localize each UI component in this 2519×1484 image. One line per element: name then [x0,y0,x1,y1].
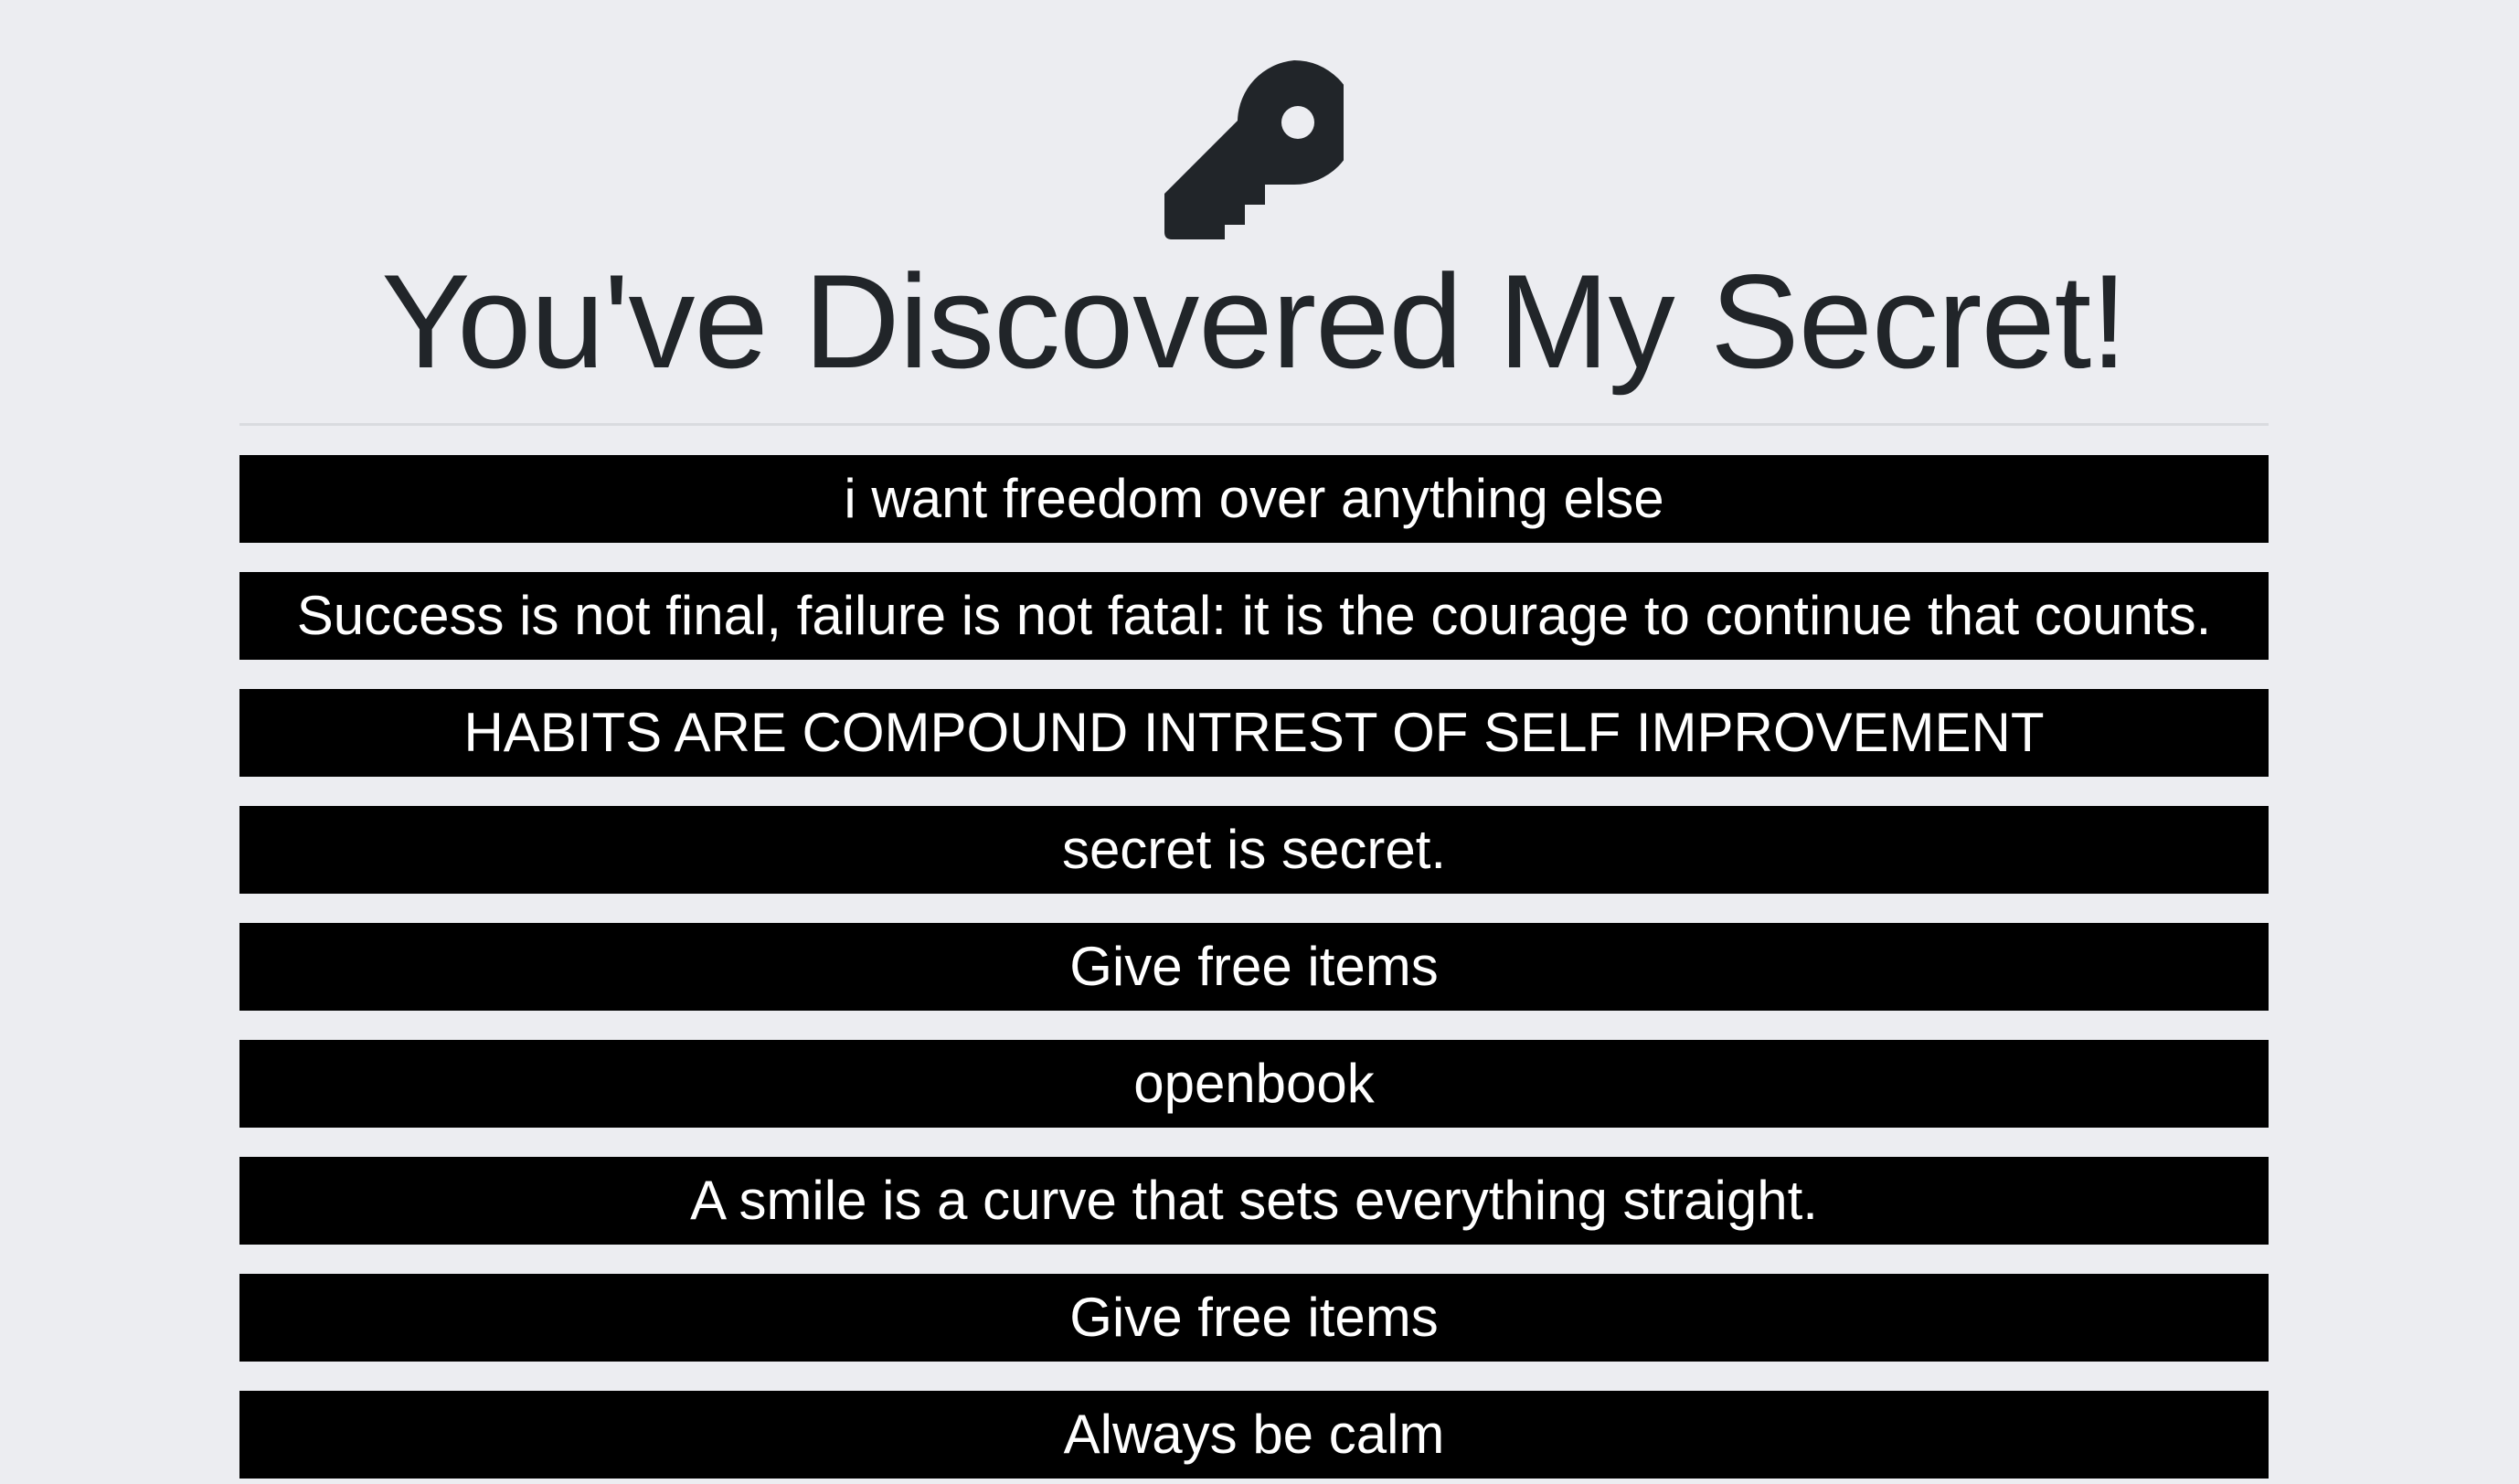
secret-item: Always be calm [239,1391,2269,1479]
secret-item: Give free items [239,923,2269,1011]
header-icon-wrapper [239,60,2269,239]
secret-item: Give free items [239,1274,2269,1362]
key-icon [1164,60,1344,239]
secret-item: HABITS ARE COMPOUND INTREST OF SELF IMPR… [239,689,2269,777]
secret-item: A smile is a curve that sets everything … [239,1157,2269,1245]
page-title: You've Discovered My Secret! [381,247,2128,396]
secret-item: i want freedom over anything else [239,455,2269,543]
secret-item: secret is secret. [239,806,2269,894]
secret-list: i want freedom over anything else Succes… [239,455,2269,1484]
title-divider [239,423,2269,426]
secret-item: Success is not final, failure is not fat… [239,572,2269,660]
secret-item: openbook [239,1040,2269,1128]
